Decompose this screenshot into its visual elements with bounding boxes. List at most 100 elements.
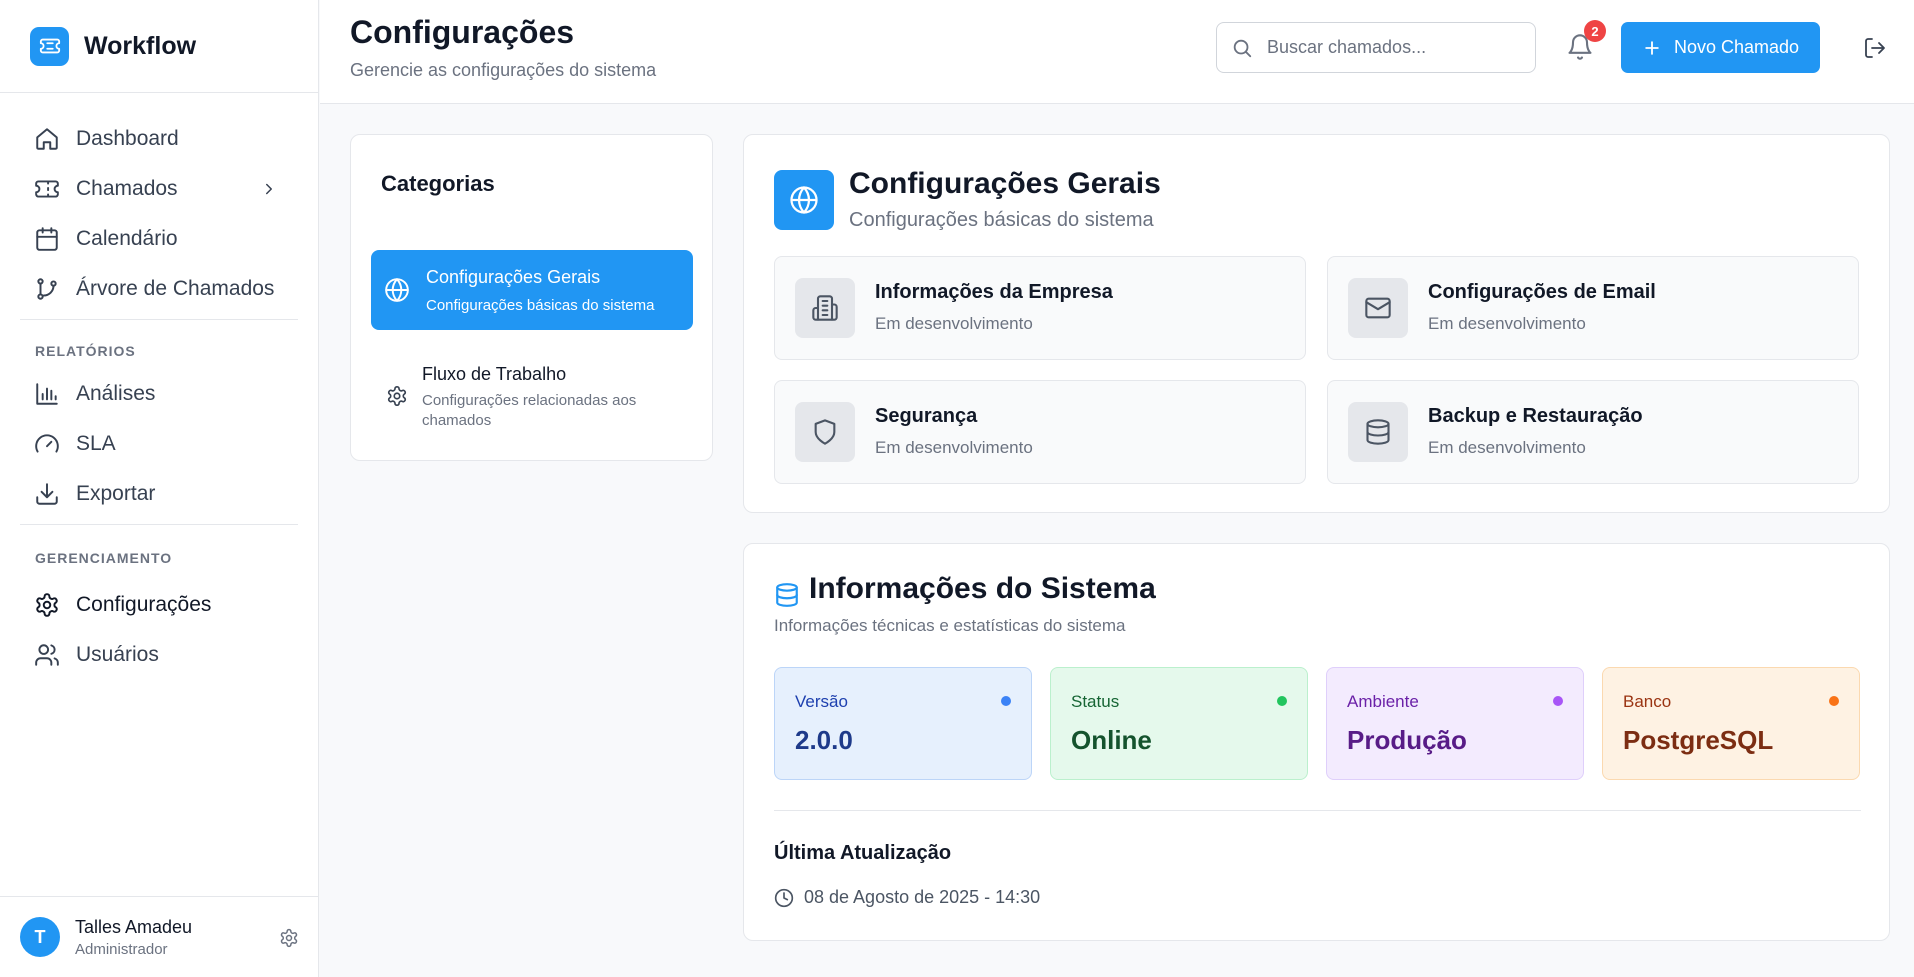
avatar: T: [20, 917, 60, 957]
option-security[interactable]: Segurança Em desenvolvimento: [774, 380, 1306, 484]
sidebar-item-dashboard[interactable]: Dashboard: [20, 114, 298, 164]
divider: [774, 810, 1861, 811]
users-icon: [34, 642, 60, 668]
user-role: Administrador: [75, 940, 168, 958]
section-subtitle: Configurações básicas do sistema: [849, 209, 1154, 231]
option-title: Segurança: [875, 405, 978, 427]
user-name: Talles Amadeu: [75, 916, 193, 937]
ticket-icon: [30, 26, 69, 66]
status-dot: [1829, 696, 1839, 706]
category-texts: Configurações Gerais Configurações básic…: [426, 267, 654, 316]
home-icon: [34, 126, 60, 152]
sidebar-item-configuracoes[interactable]: Configurações: [20, 580, 298, 630]
category-desc: Configurações relacionadas aos chamados: [422, 392, 637, 429]
option-backup[interactable]: Backup e Restauração Em desenvolvimento: [1327, 380, 1859, 484]
database-icon: [774, 580, 800, 610]
stat-version: Versão 2.0.0: [774, 667, 1032, 780]
sidebar: Workflow Dashboard Chamados Calendário Á…: [0, 0, 319, 977]
sidebar-item-arvore[interactable]: Árvore de Chamados: [20, 264, 298, 314]
user-profile[interactable]: T Talles Amadeu Administrador: [0, 896, 319, 977]
new-ticket-button[interactable]: Novo Chamado: [1621, 22, 1820, 73]
stat-label: Status: [1071, 692, 1120, 711]
sidebar-item-sla[interactable]: SLA: [20, 419, 298, 469]
status-dot: [1277, 696, 1287, 706]
clock-icon: [774, 888, 794, 908]
option-title: Informações da Empresa: [875, 281, 1113, 303]
sidebar-item-label: Análises: [76, 382, 156, 405]
stat-label: Ambiente: [1347, 692, 1419, 711]
system-info-card: Informações do Sistema Informações técni…: [743, 543, 1890, 941]
search-input[interactable]: [1267, 37, 1517, 58]
sidebar-item-label: Configurações: [76, 593, 212, 616]
category-configuracoes-gerais[interactable]: Configurações Gerais Configurações básic…: [371, 250, 693, 330]
brand-name: Workflow: [84, 31, 197, 60]
option-title: Configurações de Email: [1428, 281, 1656, 303]
status-dot: [1001, 696, 1011, 706]
chevron-right-icon[interactable]: [260, 180, 278, 198]
sidebar-management: GERENCIAMENTO Configurações Usuários: [0, 525, 318, 680]
notification-badge: 2: [1584, 20, 1606, 42]
option-status: Em desenvolvimento: [1428, 314, 1586, 333]
page-subtitle: Gerencie as configurações do sistema: [350, 60, 657, 80]
sidebar-item-label: SLA: [76, 432, 116, 455]
sidebar-reports: RELATÓRIOS Análises SLA Exportar: [0, 320, 318, 519]
category-name: Fluxo de Trabalho: [422, 364, 567, 384]
gear-icon: [34, 592, 60, 618]
sidebar-item-label: Usuários: [76, 643, 159, 666]
categories-title: Categorias: [381, 171, 495, 196]
stat-database: Banco PostgreSQL: [1602, 667, 1860, 780]
option-email-settings[interactable]: Configurações de Email Em desenvolviment…: [1327, 256, 1859, 360]
option-title: Backup e Restauração: [1428, 405, 1643, 427]
gear-icon[interactable]: [279, 928, 299, 948]
status-dot: [1553, 696, 1563, 706]
git-branch-icon: [34, 276, 60, 302]
category-fluxo-de-trabalho[interactable]: Fluxo de Trabalho Configurações relacion…: [371, 355, 693, 445]
stat-value: 2.0.0: [795, 725, 853, 755]
stat-label: Banco: [1623, 692, 1672, 711]
stat-value: Produção: [1347, 725, 1467, 755]
stat-value: PostgreSQL: [1623, 725, 1774, 755]
section-subtitle: Informações técnicas e estatísticas do s…: [774, 616, 1126, 635]
stat-label: Versão: [795, 692, 848, 711]
sidebar-item-exportar[interactable]: Exportar: [20, 469, 298, 519]
section-title: Informações do Sistema: [809, 572, 1156, 605]
categories-card: Categorias Configurações Gerais Configur…: [350, 134, 713, 461]
category-texts: Fluxo de Trabalho Configurações relacion…: [422, 364, 672, 431]
new-ticket-label: Novo Chamado: [1673, 37, 1800, 57]
section-gerenciamento: GERENCIAMENTO: [35, 550, 173, 566]
sidebar-item-label: Árvore de Chamados: [76, 277, 275, 300]
plus-icon: [1642, 38, 1662, 58]
section-relatorios: RELATÓRIOS: [35, 343, 136, 359]
top-header: Configurações Gerencie as configurações …: [320, 0, 1914, 104]
globe-icon: [774, 170, 834, 230]
globe-icon: [384, 277, 410, 303]
sidebar-item-label: Calendário: [76, 227, 178, 250]
brand[interactable]: Workflow: [0, 0, 318, 93]
bar-chart-icon: [34, 381, 60, 407]
gauge-icon: [34, 431, 60, 457]
sidebar-item-calendario[interactable]: Calendário: [20, 214, 298, 264]
stat-value: Online: [1071, 725, 1152, 755]
option-status: Em desenvolvimento: [875, 438, 1033, 457]
building-icon: [795, 278, 855, 338]
page-title: Configurações: [350, 14, 575, 50]
general-settings-card: Configurações Gerais Configurações básic…: [743, 134, 1890, 513]
database-icon: [1348, 402, 1408, 462]
search-box[interactable]: [1216, 22, 1536, 73]
sidebar-item-chamados[interactable]: Chamados: [20, 164, 298, 214]
sidebar-item-label: Exportar: [76, 482, 156, 505]
sidebar-item-usuarios[interactable]: Usuários: [20, 630, 298, 680]
logout-icon[interactable]: [1863, 36, 1887, 60]
section-title: Configurações Gerais: [849, 167, 1161, 200]
stat-environment: Ambiente Produção: [1326, 667, 1584, 780]
calendar-icon: [34, 226, 60, 252]
option-company-info[interactable]: Informações da Empresa Em desenvolviment…: [774, 256, 1306, 360]
mail-icon: [1348, 278, 1408, 338]
option-status: Em desenvolvimento: [875, 314, 1033, 333]
last-update-row: 08 de Agosto de 2025 - 14:30: [774, 887, 1040, 908]
last-update-value: 08 de Agosto de 2025 - 14:30: [804, 887, 1041, 907]
last-update-title: Última Atualização: [774, 842, 952, 864]
sidebar-item-analises[interactable]: Análises: [20, 369, 298, 419]
stat-status: Status Online: [1050, 667, 1308, 780]
ticket-icon: [34, 176, 60, 202]
